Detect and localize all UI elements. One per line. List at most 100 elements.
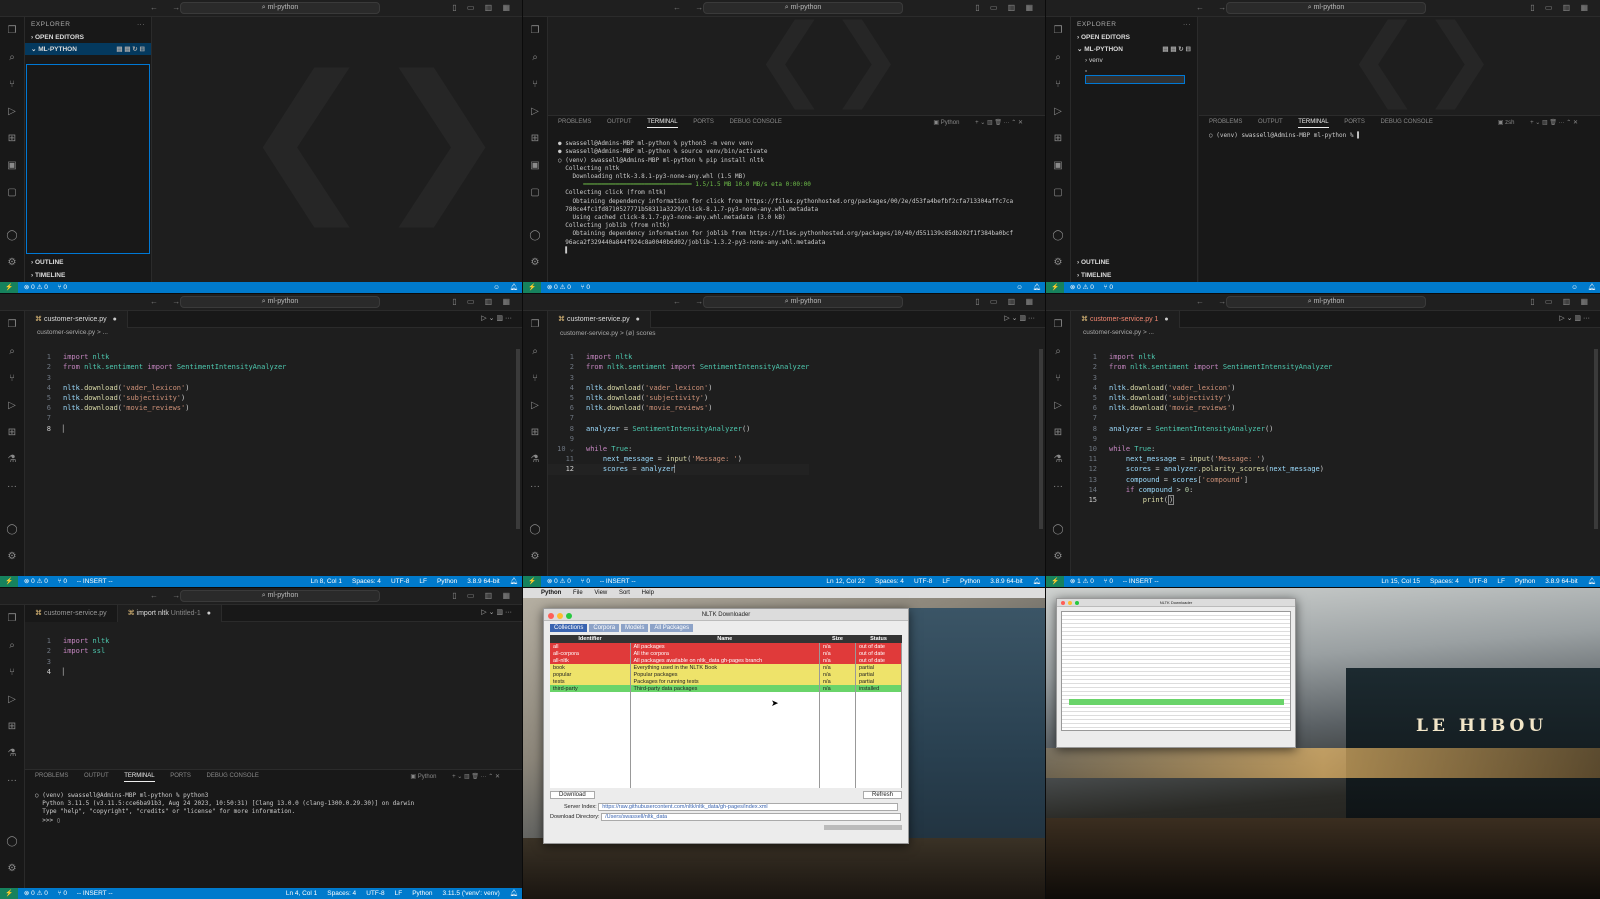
tab-debug-console[interactable]: DEBUG CONSOLE bbox=[1381, 119, 1433, 125]
search-icon[interactable]: ⌕ bbox=[1046, 338, 1070, 365]
chat-icon[interactable]: ▢ bbox=[1046, 179, 1070, 206]
settings-gear-icon[interactable]: ⚙ bbox=[0, 543, 24, 570]
folder-tree-focus[interactable] bbox=[26, 64, 150, 254]
table-row[interactable]: third-party Third-party data packages n/a i… bbox=[550, 685, 902, 692]
settings-gear-icon[interactable]: ⚙ bbox=[523, 543, 547, 570]
settings-gear-icon[interactable]: ⚙ bbox=[0, 249, 24, 276]
cursor-position[interactable]: Ln 8, Col 1 bbox=[311, 578, 342, 585]
run-file-icon[interactable]: ▷ ⌄ ▥ ··· bbox=[481, 314, 512, 322]
layout-controls[interactable]: ▯ ▭ ▥ ▦ bbox=[452, 591, 514, 600]
outline-section[interactable]: › OUTLINE bbox=[1071, 257, 1116, 268]
language-mode[interactable]: Python bbox=[412, 890, 432, 897]
extensions-icon[interactable]: ⊞ bbox=[0, 419, 24, 446]
ports-count[interactable]: ⑂ 0 bbox=[1104, 284, 1113, 291]
tab-terminal[interactable]: TERMINAL bbox=[124, 773, 155, 782]
account-icon[interactable]: ◯ bbox=[523, 222, 547, 249]
more-views-icon[interactable]: ··· bbox=[523, 473, 547, 500]
settings-gear-icon[interactable]: ⚙ bbox=[0, 855, 24, 882]
run-debug-icon[interactable]: ▷ bbox=[1046, 392, 1070, 419]
more-views-icon[interactable]: ··· bbox=[0, 473, 24, 500]
extensions-icon[interactable]: ⊞ bbox=[0, 125, 24, 152]
source-control-icon[interactable]: ⑂ bbox=[1046, 365, 1070, 392]
table-row[interactable]: book Everything used in the NLTK Book n/a p… bbox=[550, 664, 902, 671]
problems-count[interactable]: ⊗ 0 ⚠ 0 bbox=[24, 890, 48, 897]
tab-customer-service[interactable]: ⌘ customer-service.py ● bbox=[25, 311, 128, 328]
account-icon[interactable]: ◯ bbox=[523, 516, 547, 543]
tab-problems[interactable]: PROBLEMS bbox=[558, 119, 591, 125]
search-icon[interactable]: ⌕ bbox=[1046, 44, 1070, 71]
source-control-icon[interactable]: ⑂ bbox=[0, 71, 24, 98]
more-views-icon[interactable]: ··· bbox=[1046, 473, 1070, 500]
interpreter[interactable]: 3.8.9 64-bit bbox=[1545, 578, 1578, 585]
search-icon[interactable]: ⌕ bbox=[0, 44, 24, 71]
table-row[interactable]: tests Packages for running tests n/a partia… bbox=[550, 678, 902, 685]
interpreter[interactable]: 3.8.9 64-bit bbox=[990, 578, 1023, 585]
bell-icon[interactable]: 🔔︎ bbox=[510, 578, 518, 585]
bell-icon[interactable]: 🔔︎ bbox=[510, 284, 518, 291]
remote-indicator[interactable]: ⚡ bbox=[1046, 576, 1065, 587]
testing-icon[interactable]: ⚗ bbox=[1046, 446, 1070, 473]
breadcrumb[interactable]: customer-service.py > ... bbox=[25, 329, 120, 336]
table-row[interactable]: all-corpora All the corpora n/a out of date bbox=[550, 650, 902, 657]
encoding[interactable]: UTF-8 bbox=[366, 890, 384, 897]
run-file-icon[interactable]: ▷ ⌄ ▥ ··· bbox=[1559, 314, 1590, 322]
terminal-actions[interactable]: ▣ zsh + ⌄ ▥ 🗑︎ ··· ⌃ ✕ bbox=[1498, 119, 1578, 126]
command-center[interactable]: ⌕ ml-python bbox=[180, 590, 380, 602]
tab-problems[interactable]: PROBLEMS bbox=[35, 773, 68, 779]
terminal-output[interactable]: ○ (venv) swassell@Admins-MBP ml-python %… bbox=[25, 784, 522, 827]
extensions-icon[interactable]: ⊞ bbox=[0, 713, 24, 740]
remote-icon[interactable]: ▣ bbox=[0, 152, 24, 179]
explorer-icon[interactable]: ❐ bbox=[0, 605, 24, 632]
remote-indicator[interactable]: ⚡ bbox=[523, 282, 542, 293]
outline-section[interactable]: › OUTLINE bbox=[25, 257, 70, 268]
menu-help[interactable]: Help bbox=[642, 590, 654, 596]
language-mode[interactable]: Python bbox=[437, 578, 457, 585]
col-name[interactable]: Name bbox=[630, 635, 820, 643]
settings-gear-icon[interactable]: ⚙ bbox=[1046, 249, 1070, 276]
command-center[interactable]: ⌕ ml-python bbox=[1226, 296, 1426, 308]
layout-controls[interactable]: ▯ ▭ ▥ ▦ bbox=[1530, 297, 1592, 306]
run-debug-icon[interactable]: ▷ bbox=[0, 98, 24, 125]
explorer-icon[interactable]: ❐ bbox=[1046, 311, 1070, 338]
ports-count[interactable]: ⑂ 0 bbox=[581, 578, 590, 585]
tab-ports[interactable]: PORTS bbox=[1344, 119, 1365, 125]
line-ending[interactable]: LF bbox=[1497, 578, 1505, 585]
ports-count[interactable]: ⑂ 0 bbox=[58, 578, 67, 585]
bell-icon[interactable]: 🔔︎ bbox=[1033, 578, 1041, 585]
cursor-position[interactable]: Ln 12, Col 22 bbox=[826, 578, 865, 585]
remote-indicator[interactable]: ⚡ bbox=[1046, 282, 1065, 293]
explorer-icon[interactable]: ❐ bbox=[523, 311, 547, 338]
indentation[interactable]: Spaces: 4 bbox=[327, 890, 356, 897]
code-editor[interactable]: 1 import nltk 2 from nltk.sentiment import … bbox=[548, 342, 810, 495]
line-ending[interactable]: LF bbox=[419, 578, 427, 585]
account-icon[interactable]: ◯ bbox=[0, 222, 24, 249]
more-icon[interactable]: ··· bbox=[1183, 21, 1191, 28]
testing-icon[interactable]: ⚗ bbox=[523, 446, 547, 473]
terminal-actions[interactable]: ▣ Python + ⌄ ▥ 🗑︎ ··· ⌃ ✕ bbox=[410, 773, 500, 780]
menu-sort[interactable]: Sort bbox=[619, 590, 630, 596]
indentation[interactable]: Spaces: 4 bbox=[875, 578, 904, 585]
code-editor[interactable]: 1 import nltk 2 import ssl 3 4 ▏ bbox=[25, 626, 110, 697]
encoding[interactable]: UTF-8 bbox=[1469, 578, 1487, 585]
search-icon[interactable]: ⌕ bbox=[523, 44, 547, 71]
folder-section[interactable]: ⌄ ML-PYTHON ▤ ▤ ↻ ⊟ bbox=[25, 43, 151, 55]
tab-output[interactable]: OUTPUT bbox=[607, 119, 632, 125]
account-icon[interactable]: ◯ bbox=[0, 516, 24, 543]
remote-icon[interactable]: ▣ bbox=[1046, 152, 1070, 179]
ports-count[interactable]: ⑂ 0 bbox=[581, 284, 590, 291]
tab-debug-console[interactable]: DEBUG CONSOLE bbox=[207, 773, 259, 779]
download-button[interactable]: Download bbox=[550, 791, 595, 799]
bell-icon[interactable]: 🔔︎ bbox=[510, 890, 518, 897]
run-file-icon[interactable]: ▷ ⌄ ▥ ··· bbox=[1004, 314, 1035, 322]
account-icon[interactable]: ◯ bbox=[1046, 516, 1070, 543]
extensions-icon[interactable]: ⊞ bbox=[523, 419, 547, 446]
problems-count[interactable]: ⊗ 0 ⚠ 0 bbox=[24, 284, 48, 291]
open-editors-section[interactable]: › OPEN EDITORS bbox=[25, 32, 151, 43]
layout-controls[interactable]: ▯ ▭ ▥ ▦ bbox=[1530, 3, 1592, 12]
tab-terminal[interactable]: TERMINAL bbox=[1298, 119, 1329, 128]
bell-icon[interactable]: 🔔︎ bbox=[1033, 284, 1041, 291]
run-debug-icon[interactable]: ▷ bbox=[523, 392, 547, 419]
tab-collections[interactable]: Collections bbox=[550, 624, 588, 632]
timeline-section[interactable]: › TIMELINE bbox=[25, 270, 71, 281]
remote-indicator[interactable]: ⚡ bbox=[0, 576, 19, 587]
